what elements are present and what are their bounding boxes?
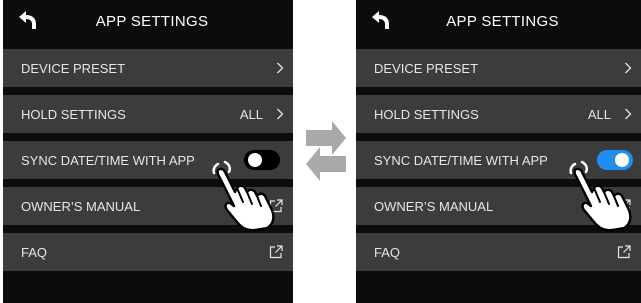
- external-link-icon: [617, 245, 631, 259]
- chevron-right-icon: [276, 62, 284, 74]
- faq-item[interactable]: FAQ: [3, 233, 293, 271]
- device-preset-item[interactable]: DEVICE PRESET: [356, 49, 641, 87]
- tapping-hand-icon: [211, 160, 279, 232]
- row-label: OWNER’S MANUAL: [374, 199, 494, 214]
- device-preset-item[interactable]: DEVICE PRESET: [3, 49, 293, 87]
- swap-arrows-icon: [306, 121, 346, 181]
- header: APP SETTINGS: [356, 0, 641, 46]
- row-label: OWNER’S MANUAL: [21, 199, 141, 214]
- row-label: DEVICE PRESET: [21, 61, 126, 76]
- row-label: FAQ: [21, 245, 48, 260]
- app-settings-screen-after: APP SETTINGS DEVICE PRESET HOLD SETTINGS…: [356, 0, 641, 303]
- row-label: DEVICE PRESET: [374, 61, 479, 76]
- hold-settings-item[interactable]: HOLD SETTINGS ALL: [356, 95, 641, 133]
- row-value: ALL: [587, 107, 611, 122]
- chevron-right-icon: [624, 62, 632, 74]
- row-label: SYNC DATE/TIME WITH APP: [21, 153, 195, 168]
- row-label: HOLD SETTINGS: [374, 107, 479, 122]
- row-label: HOLD SETTINGS: [21, 107, 126, 122]
- header: APP SETTINGS: [3, 0, 293, 46]
- app-settings-screen-before: APP SETTINGS DEVICE PRESET HOLD SETTINGS…: [3, 0, 293, 303]
- chevron-right-icon: [624, 108, 632, 120]
- row-value: ALL: [239, 107, 263, 122]
- page-title: APP SETTINGS: [95, 13, 209, 30]
- faq-item[interactable]: FAQ: [356, 233, 641, 271]
- row-label: SYNC DATE/TIME WITH APP: [374, 153, 548, 168]
- row-label: FAQ: [374, 245, 401, 260]
- hold-settings-item[interactable]: HOLD SETTINGS ALL: [3, 95, 293, 133]
- page-title: APP SETTINGS: [446, 13, 559, 30]
- tapping-hand-icon: [568, 160, 636, 232]
- external-link-icon: [269, 245, 283, 259]
- chevron-right-icon: [276, 108, 284, 120]
